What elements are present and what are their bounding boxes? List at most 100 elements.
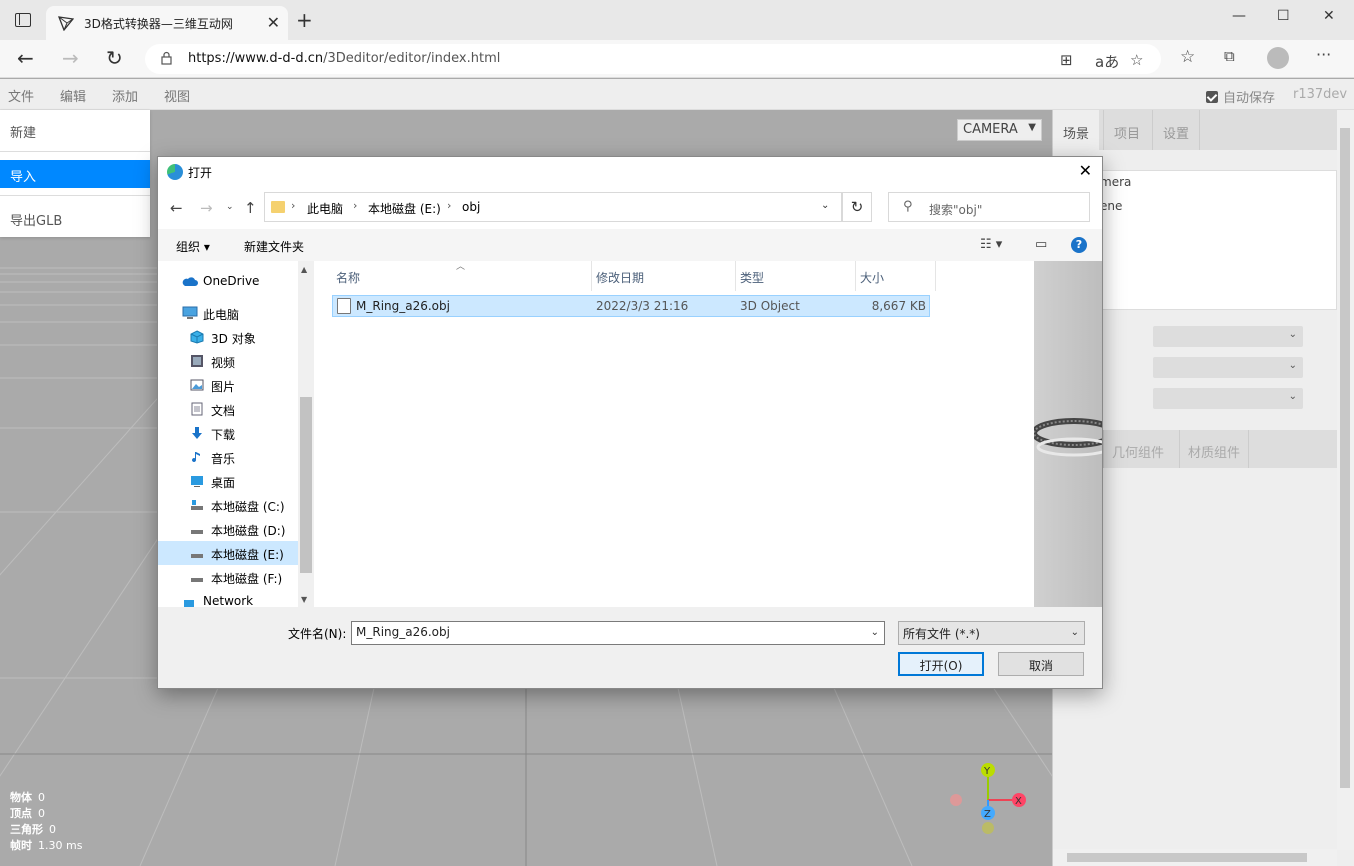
- nav-item-onedrive[interactable]: OneDrive: [158, 269, 298, 293]
- url-text: https://www.d-d-d.cn/3Deditor/editor/ind…: [188, 51, 501, 66]
- outliner-item[interactable]: mera: [1100, 175, 1131, 189]
- menu-item-new[interactable]: 新建: [0, 116, 150, 144]
- breadcrumb-item[interactable]: 本地磁盘 (E:): [368, 200, 441, 217]
- nav-item-drive-e[interactable]: 本地磁盘 (E:): [158, 541, 298, 565]
- sidebar-scrollbar[interactable]: [1337, 110, 1354, 850]
- desktop-icon: [191, 476, 203, 487]
- back-icon[interactable]: ←: [17, 46, 34, 70]
- svg-text:Z: Z: [984, 809, 991, 820]
- nav-item-documents[interactable]: 文档: [158, 397, 298, 421]
- add-favorite-icon[interactable]: ☆: [1130, 51, 1143, 69]
- minimize-icon[interactable]: —: [1232, 8, 1246, 24]
- recent-locations-icon[interactable]: ⌄: [226, 202, 234, 212]
- breadcrumb-item[interactable]: obj: [462, 200, 480, 214]
- view-options-icon[interactable]: ☷ ▾: [980, 237, 1002, 252]
- scroll-down-icon[interactable]: ▼: [301, 595, 307, 604]
- outliner-item[interactable]: ene: [1100, 199, 1122, 213]
- forward-icon[interactable]: →: [62, 46, 79, 70]
- autosave-toggle[interactable]: 自动保存: [1206, 87, 1275, 106]
- menu-view[interactable]: 视图: [164, 86, 190, 105]
- scroll-up-icon[interactable]: ▲: [301, 265, 307, 274]
- version-label: r137dev: [1293, 87, 1348, 102]
- column-header-size[interactable]: 大小: [856, 261, 936, 291]
- environment-select[interactable]: ⌄: [1153, 357, 1303, 378]
- nav-item-pictures[interactable]: 图片: [158, 373, 298, 397]
- camera-select[interactable]: CAMERA ▼: [957, 119, 1042, 141]
- menu-item-export-glb[interactable]: 导出GLB: [0, 204, 150, 232]
- refresh-button[interactable]: ↻: [842, 192, 872, 222]
- breadcrumb-item[interactable]: 此电脑: [307, 200, 343, 217]
- nav-item-downloads[interactable]: 下载: [158, 421, 298, 445]
- fog-select[interactable]: ⌄: [1153, 388, 1303, 409]
- profile-avatar[interactable]: [1267, 47, 1289, 69]
- browser-tab[interactable]: 3D格式转换器—三维互动网 ✕: [46, 6, 288, 40]
- gizmo-neg-x-icon: [950, 794, 962, 806]
- preview-pane-icon[interactable]: ▭: [1035, 237, 1047, 252]
- nav-item-this-pc[interactable]: 此电脑: [158, 301, 298, 325]
- file-list[interactable]: ︿ 名称 修改日期 类型 大小 M_Ring_a26.obj 2022/3/3 …: [316, 261, 1034, 607]
- background-select[interactable]: ⌄: [1153, 326, 1303, 347]
- vertices-label: 顶点: [10, 807, 32, 820]
- sidebar-hscrollbar[interactable]: [1053, 849, 1337, 866]
- scene-info: 物体 0 顶点 0 三角形 0 帧时 1.30 ms: [10, 790, 82, 854]
- music-icon: [192, 452, 200, 463]
- nav-item-network[interactable]: Network: [158, 593, 298, 607]
- new-tab-icon[interactable]: +: [296, 10, 313, 30]
- chevron-down-icon[interactable]: ⌄: [821, 200, 829, 211]
- nav-pane-scrollbar[interactable]: ▲ ▼: [298, 261, 314, 607]
- axis-gizmo[interactable]: Y X Z: [940, 755, 1040, 845]
- filename-field[interactable]: M_Ring_a26.obj ⌄: [351, 621, 885, 645]
- nav-item-3d-objects[interactable]: 3D 对象: [158, 325, 298, 349]
- tab-actions-icon[interactable]: [15, 13, 31, 27]
- more-options-icon[interactable]: ···: [1316, 45, 1331, 64]
- search-placeholder: 搜索"obj": [929, 203, 983, 217]
- tab-settings[interactable]: 设置: [1152, 110, 1201, 150]
- nav-item-drive-f[interactable]: 本地磁盘 (F:): [158, 565, 298, 589]
- menu-file[interactable]: 文件: [8, 86, 34, 105]
- nav-item-music[interactable]: 音乐: [158, 445, 298, 469]
- file-date: 2022/3/3 21:16: [596, 299, 689, 313]
- organize-button[interactable]: 组织 ▾: [176, 238, 210, 255]
- tab-geometry[interactable]: 几何组件: [1103, 430, 1172, 468]
- close-window-icon[interactable]: ✕: [1323, 8, 1335, 24]
- chevron-down-icon[interactable]: ⌄: [871, 627, 879, 638]
- nav-item-drive-d[interactable]: 本地磁盘 (D:): [158, 517, 298, 541]
- collections-icon[interactable]: ⧉: [1224, 47, 1235, 65]
- scene-outliner[interactable]: mera ene: [1063, 170, 1337, 310]
- open-button[interactable]: 打开(O): [898, 652, 984, 676]
- nav-item-drive-c[interactable]: 本地磁盘 (C:): [158, 493, 298, 517]
- search-input[interactable]: ⚲ 搜索"obj": [888, 192, 1090, 222]
- tab-project[interactable]: 项目: [1103, 110, 1150, 150]
- up-icon[interactable]: ↑: [244, 199, 257, 217]
- forward-icon[interactable]: →: [200, 199, 213, 217]
- favorites-icon[interactable]: ☆: [1180, 47, 1195, 67]
- nav-item-videos[interactable]: 视频: [158, 349, 298, 373]
- menu-item-import[interactable]: 导入: [0, 160, 150, 188]
- read-aloud-icon[interactable]: aあ: [1095, 51, 1119, 72]
- column-header-date[interactable]: 修改日期: [592, 261, 736, 291]
- back-icon[interactable]: ←: [170, 199, 183, 217]
- menu-edit[interactable]: 编辑: [60, 86, 86, 105]
- cancel-button[interactable]: 取消: [998, 652, 1084, 676]
- filename-label: 文件名(N):: [288, 627, 347, 641]
- file-row[interactable]: M_Ring_a26.obj 2022/3/3 21:16 3D Object …: [332, 295, 930, 317]
- autosave-checkbox[interactable]: [1206, 91, 1218, 103]
- close-icon[interactable]: ✕: [1079, 161, 1092, 180]
- column-header-type[interactable]: 类型: [736, 261, 856, 291]
- new-folder-button[interactable]: 新建文件夹: [244, 238, 304, 255]
- file-type-filter[interactable]: 所有文件 (*.*) ⌄: [898, 621, 1085, 645]
- breadcrumb[interactable]: › 此电脑 › 本地磁盘 (E:) › obj ⌄: [264, 192, 842, 222]
- tab-scene[interactable]: 场景: [1053, 110, 1100, 150]
- help-icon[interactable]: ?: [1071, 237, 1087, 253]
- refresh-icon[interactable]: ↻: [106, 46, 123, 70]
- close-tab-icon[interactable]: ✕: [267, 13, 280, 32]
- chevron-down-icon: ⌄: [1288, 329, 1297, 340]
- app-available-icon[interactable]: ⊞: [1060, 51, 1073, 69]
- dialog-title: 打开: [188, 166, 213, 180]
- nav-item-desktop[interactable]: 桌面: [158, 469, 298, 493]
- column-header-name[interactable]: 名称: [332, 261, 592, 291]
- menu-add[interactable]: 添加: [112, 86, 138, 105]
- maximize-icon[interactable]: ☐: [1277, 8, 1290, 24]
- tab-material[interactable]: 材质组件: [1179, 430, 1250, 468]
- url-field[interactable]: https://www.d-d-d.cn/3Deditor/editor/ind…: [145, 44, 1161, 74]
